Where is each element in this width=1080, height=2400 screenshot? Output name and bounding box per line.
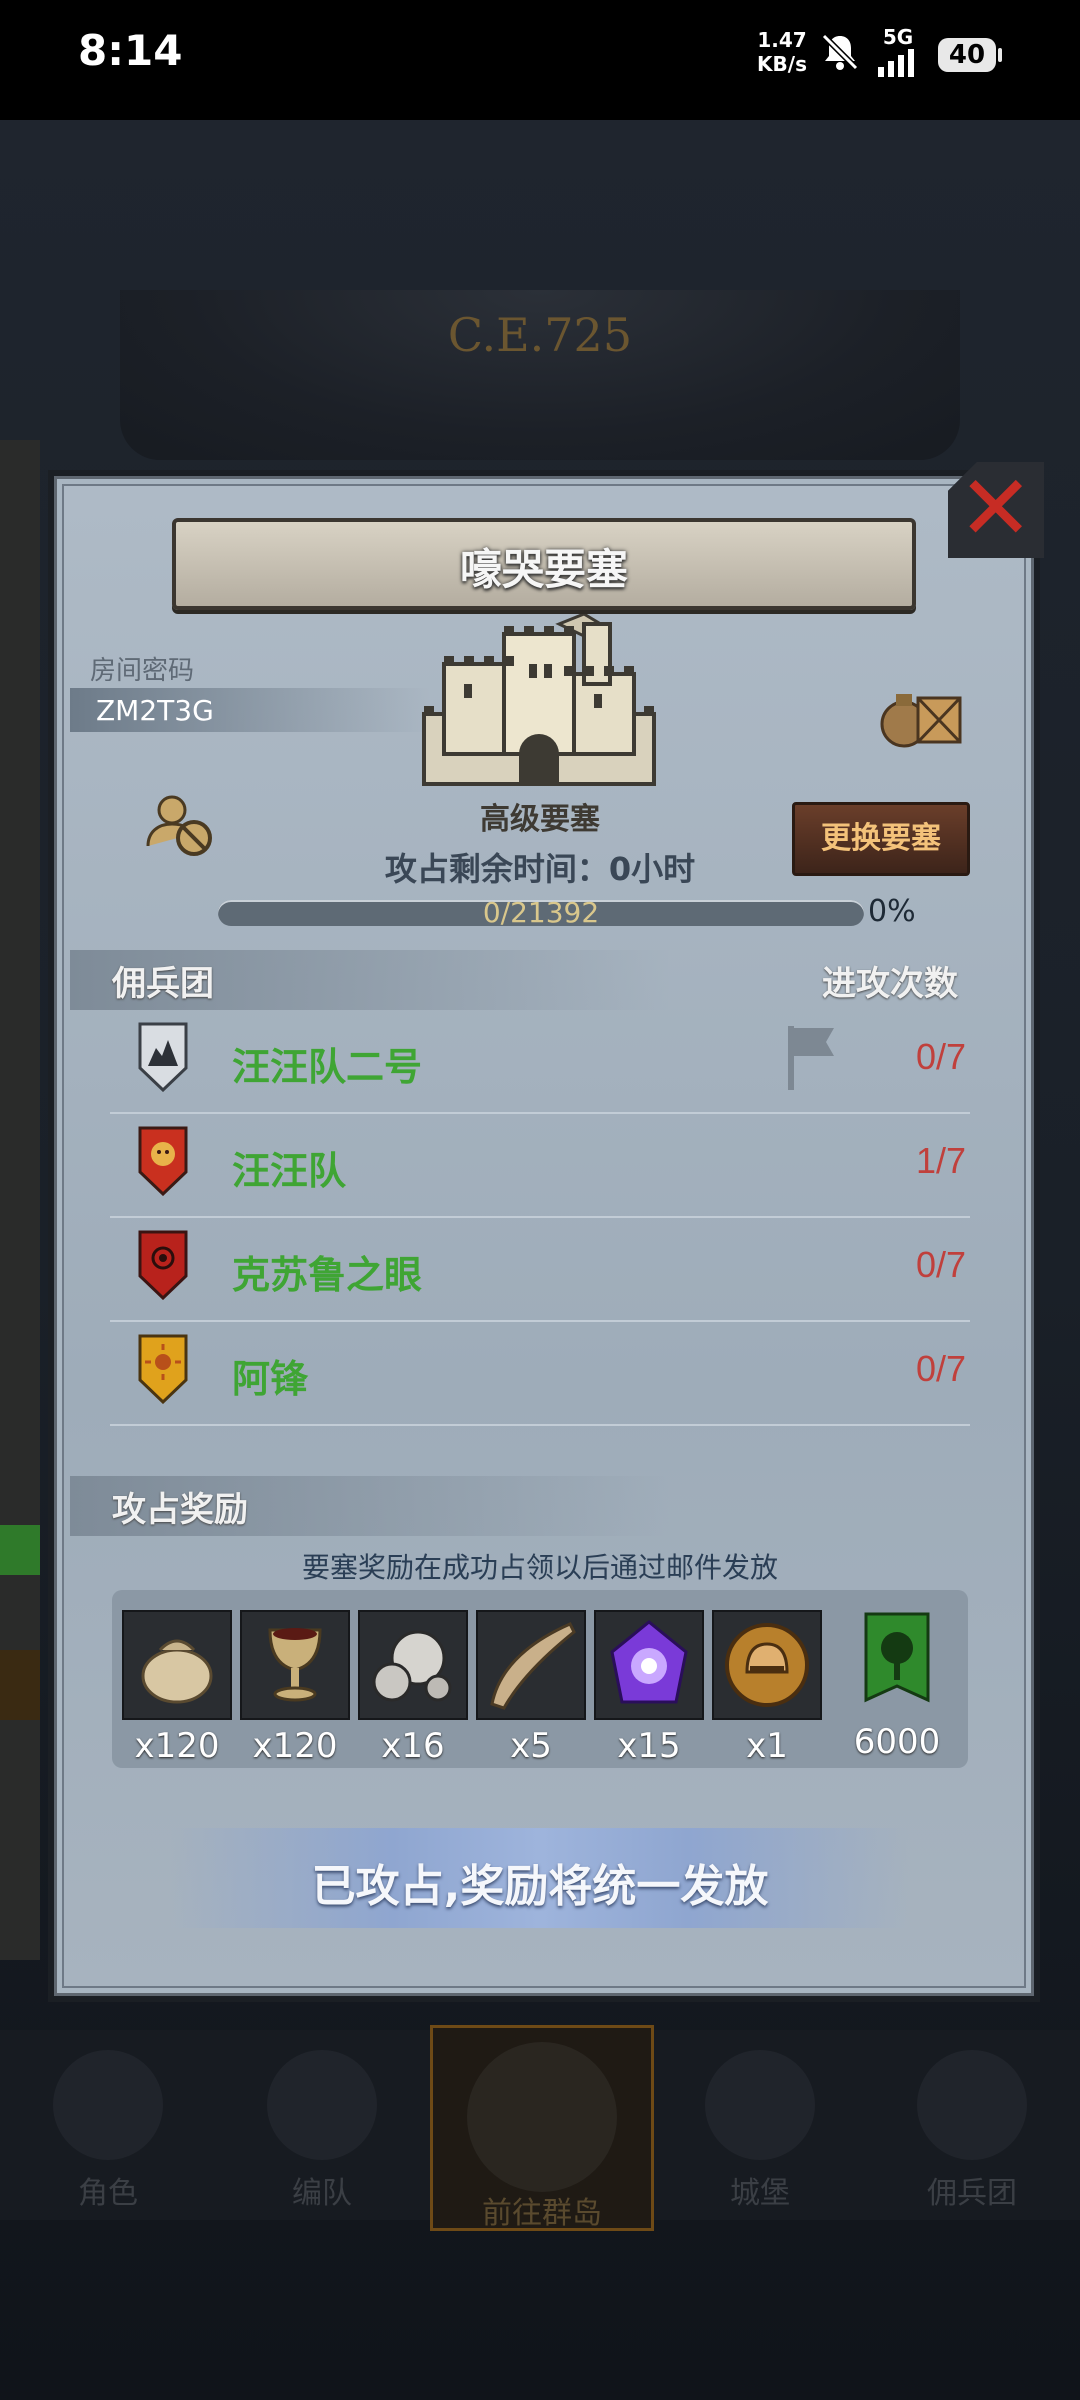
attack-count: 0/7 <box>915 1348 966 1389</box>
supplies-icon[interactable] <box>876 680 966 750</box>
close-icon: ✕ <box>958 456 1034 561</box>
nav-label: 角色 <box>78 2176 138 2211</box>
reward-quantity: x16 <box>381 1726 445 1766</box>
mercenary-name: 汪汪队二号 <box>232 1045 423 1089</box>
battery-icon: 40 <box>938 38 1002 72</box>
signal-icon <box>878 49 914 77</box>
nav-item-character[interactable]: 角色 <box>8 2040 208 2220</box>
nav-label: 城堡 <box>730 2176 790 2211</box>
occupied-status-text: 已攻占,奖励将统一发放 <box>311 1861 769 1912</box>
mercenary-row[interactable]: 汪汪队 1/7 <box>110 1112 970 1218</box>
dialog-title: 嚎哭要塞 <box>459 545 628 594</box>
occupied-status-banner: 已攻占,奖励将统一发放 <box>170 1828 910 1928</box>
network-speed: 1.47 KB/s <box>752 28 812 76</box>
reward-quantity: x120 <box>252 1726 338 1766</box>
title-banner: 嚎哭要塞 <box>172 518 916 610</box>
mercenary-name: 汪汪队 <box>232 1149 347 1193</box>
attack-count: 1/7 <box>915 1140 966 1181</box>
reward-quantity: x120 <box>134 1726 220 1766</box>
nav-label: 佣兵团 <box>927 2176 1017 2211</box>
reward-quantity: x1 <box>746 1726 788 1766</box>
mercenary-icon <box>917 2050 1027 2160</box>
horn-icon <box>476 1610 586 1720</box>
left-side-orange-tab <box>0 1650 40 1720</box>
nav-label: 编队 <box>292 2176 352 2211</box>
knight-icon <box>53 2050 163 2160</box>
mercenary-row[interactable]: 克苏鲁之眼 0/7 <box>110 1216 970 1322</box>
signal-group: 5G <box>876 27 920 77</box>
room-code[interactable]: ZM2T3G <box>96 694 214 727</box>
mercenary-row[interactable]: 阿锋 0/7 <box>110 1320 970 1426</box>
flag-icon <box>788 1026 834 1090</box>
fortress-icon <box>422 614 656 786</box>
sack-icon <box>122 1610 232 1720</box>
attack-count: 0/7 <box>915 1244 966 1285</box>
mountain-shield-icon <box>138 1022 188 1092</box>
network-type: 5G <box>882 25 914 49</box>
nav-item-castle[interactable]: 城堡 <box>660 2040 860 2220</box>
mercenary-header: 佣兵团 <box>112 964 214 1004</box>
left-side-panel <box>0 440 40 1960</box>
nav-item-formation[interactable]: 编队 <box>222 2040 422 2220</box>
reward-item[interactable]: x1 <box>712 1610 822 1770</box>
attack-count-header: 进攻次数 <box>822 964 958 1004</box>
mercenary-name: 克苏鲁之眼 <box>232 1253 423 1297</box>
nav-label: 前往群岛 <box>482 2196 602 2231</box>
reward-item[interactable]: x15 <box>594 1610 704 1770</box>
reward-header: 攻占奖励 <box>112 1490 248 1530</box>
mercenary-name: 阿锋 <box>232 1357 309 1401</box>
goblet-icon <box>240 1610 350 1720</box>
sun-shield-icon <box>138 1334 188 1404</box>
reward-item[interactable]: x16 <box>358 1610 468 1770</box>
mercenary-row[interactable]: 汪汪队二号 0/7 <box>110 1008 970 1114</box>
reward-item[interactable]: x120 <box>240 1610 350 1770</box>
nav-item-islands[interactable]: 前往群岛 <box>430 2025 654 2231</box>
reward-item[interactable]: x120 <box>122 1610 232 1770</box>
room-code-label: 房间密码 <box>90 656 195 686</box>
time-remaining: 攻占剩余时间：0小时 <box>384 850 696 888</box>
progress-percent: 0% <box>868 894 916 929</box>
reward-item[interactable]: 6000 <box>842 1610 952 1770</box>
network-speed-unit: KB/s <box>757 52 807 76</box>
status-bar: 8:14 1.47 KB/s 5G 40 <box>0 0 1080 120</box>
castle-icon <box>705 2050 815 2160</box>
year-label: C.E.725 <box>447 308 633 362</box>
helmet-coin-icon <box>712 1610 822 1720</box>
reward-quantity: x5 <box>510 1726 552 1766</box>
reward-item[interactable]: x5 <box>476 1610 586 1770</box>
progress-text: 0/21392 <box>482 896 600 929</box>
compass-icon <box>467 2042 617 2192</box>
lion-shield-icon <box>138 1126 188 1196</box>
reward-quantity: x15 <box>617 1726 681 1766</box>
reward-note: 要塞奖励在成功占领以后通过邮件发放 <box>301 1551 778 1584</box>
close-button[interactable]: ✕ <box>948 462 1044 558</box>
tree-banner-icon <box>844 1610 950 1716</box>
status-icons: 5G <box>818 27 920 77</box>
attack-count: 0/7 <box>915 1036 966 1077</box>
status-time: 8:14 <box>78 26 183 75</box>
mute-icon <box>821 33 859 71</box>
reward-quantity: 6000 <box>853 1722 941 1762</box>
helmet-icon <box>267 2050 377 2160</box>
nav-item-mercenary[interactable]: 佣兵团 <box>872 2040 1072 2220</box>
crystal-icon <box>594 1610 704 1720</box>
ore-icon <box>358 1610 468 1720</box>
network-speed-value: 1.47 <box>757 28 807 52</box>
eye-shield-icon <box>138 1230 188 1300</box>
